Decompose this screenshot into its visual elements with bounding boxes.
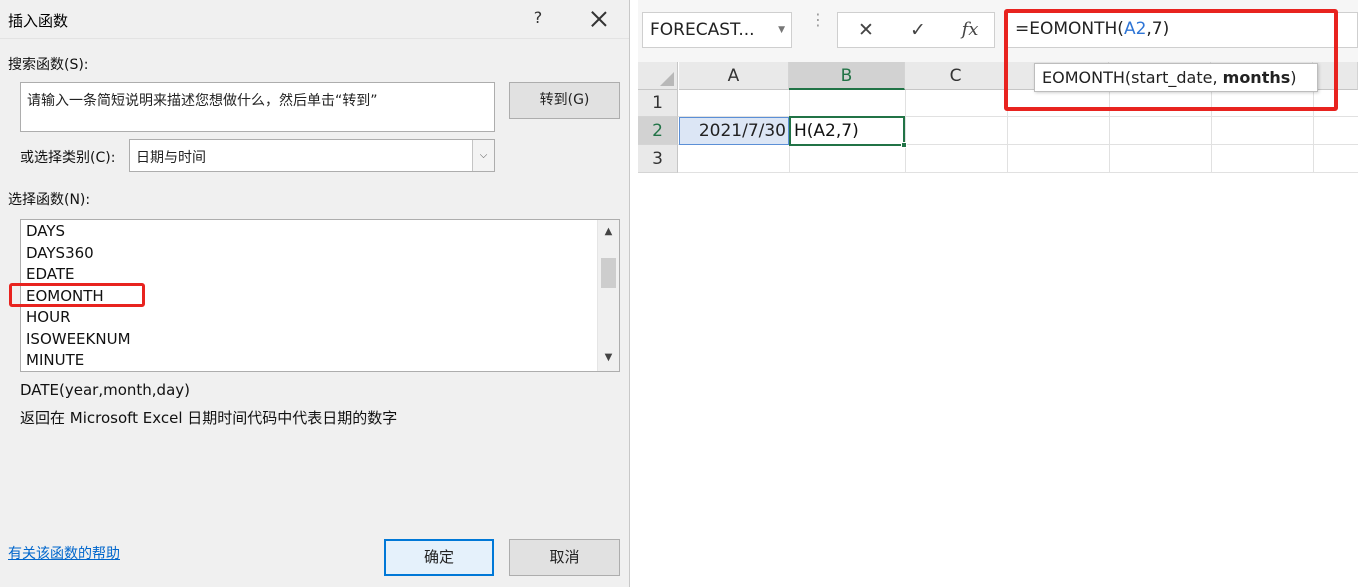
- titlebar-divider: [0, 38, 629, 39]
- function-item-minute[interactable]: MINUTE: [26, 350, 84, 371]
- close-icon[interactable]: [586, 6, 612, 32]
- eomonth-highlight-box: [9, 283, 145, 307]
- cell-b2-editing[interactable]: H(A2,7): [789, 116, 907, 148]
- scroll-down-icon[interactable]: ▼: [598, 348, 619, 368]
- function-list-scrollbar[interactable]: ▲ ▼: [597, 220, 619, 371]
- select-function-label: 选择函数(N):: [8, 192, 91, 208]
- excel-window: FORECAST... ▼ ⋮ ✕ ✓ fx =EOMONTH(A2,7) A …: [638, 0, 1358, 587]
- scroll-up-icon[interactable]: ▲: [598, 222, 619, 242]
- cell-a2[interactable]: 2021/7/30: [679, 117, 789, 145]
- grid-line: [905, 90, 906, 173]
- insert-function-dialog: 插入函数 ? 搜索函数(S): 请输入一条简短说明来描述您想做什么，然后单击“转…: [0, 0, 630, 587]
- category-label: 或选择类别(C):: [20, 150, 116, 166]
- enter-check-icon[interactable]: ✓: [896, 13, 940, 47]
- search-function-label: 搜索函数(S):: [8, 57, 89, 73]
- column-header-a[interactable]: A: [679, 62, 789, 90]
- function-help-link[interactable]: 有关该函数的帮助: [8, 543, 120, 563]
- name-box[interactable]: FORECAST... ▼: [642, 12, 792, 48]
- function-description: 返回在 Microsoft Excel 日期时间代码中代表日期的数字: [20, 409, 398, 427]
- cell-b2-text: H(A2,7): [794, 121, 859, 141]
- function-item-days[interactable]: DAYS: [26, 221, 65, 242]
- column-header-c[interactable]: C: [905, 62, 1007, 90]
- fill-handle[interactable]: [901, 142, 907, 148]
- search-function-input[interactable]: 请输入一条简短说明来描述您想做什么，然后单击“转到”: [20, 82, 495, 132]
- splitter-dots-icon[interactable]: ⋮: [810, 12, 826, 28]
- chevron-down-icon[interactable]: ⌵: [472, 140, 494, 171]
- row-header-2[interactable]: 2: [638, 117, 678, 145]
- scrollbar-thumb[interactable]: [601, 258, 616, 288]
- function-item-isoweeknum[interactable]: ISOWEEKNUM: [26, 329, 131, 350]
- function-item-hour[interactable]: HOUR: [26, 307, 71, 328]
- function-signature: DATE(year,month,day): [20, 381, 191, 399]
- grid-line: [678, 172, 1358, 173]
- row-header-1[interactable]: 1: [638, 90, 678, 117]
- insert-function-icon[interactable]: fx: [948, 13, 992, 47]
- row-header-3[interactable]: 3: [638, 145, 678, 173]
- formula-highlight-box: [1004, 9, 1338, 111]
- ok-button[interactable]: 确定: [384, 539, 494, 576]
- select-all-icon: [660, 72, 674, 86]
- function-item-days360[interactable]: DAYS360: [26, 243, 94, 264]
- chevron-down-icon[interactable]: ▼: [778, 25, 785, 35]
- category-select[interactable]: 日期与时间 ⌵: [129, 139, 495, 172]
- name-box-value: FORECAST...: [650, 20, 755, 40]
- formula-buttons: ✕ ✓ fx: [837, 12, 995, 48]
- category-value: 日期与时间: [136, 150, 206, 166]
- function-item-edate[interactable]: EDATE: [26, 264, 75, 285]
- select-all-corner[interactable]: [638, 62, 678, 90]
- cancel-button[interactable]: 取消: [509, 539, 620, 576]
- help-question-icon[interactable]: ?: [528, 8, 548, 27]
- dialog-title: 插入函数: [8, 12, 69, 30]
- cancel-entry-icon[interactable]: ✕: [844, 13, 888, 47]
- goto-button[interactable]: 转到(G): [509, 82, 620, 119]
- column-header-b[interactable]: B: [789, 62, 905, 90]
